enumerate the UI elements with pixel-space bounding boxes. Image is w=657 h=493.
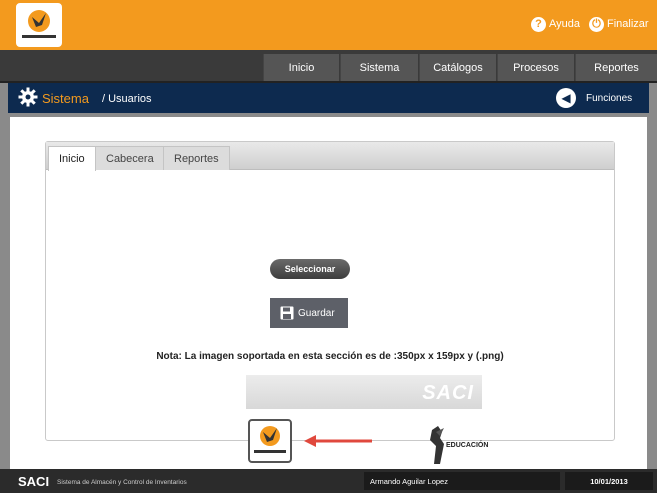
- help-icon: ?: [531, 16, 546, 32]
- cdmx-logo-thumb: [254, 426, 286, 453]
- menu-item-reportes[interactable]: Reportes: [575, 54, 657, 81]
- footer-description: Sistema de Almacén y Control de Inventar…: [57, 479, 187, 486]
- functions-label: Funciones: [586, 92, 633, 104]
- select-button[interactable]: Seleccionar: [270, 259, 350, 279]
- breadcrumb: / Usuarios: [102, 93, 152, 105]
- footer: SACI Sistema de Almacén y Control de Inv…: [0, 469, 657, 493]
- selected-logo-thumbnail[interactable]: [248, 419, 292, 463]
- red-arrow-icon: [304, 435, 372, 447]
- footer-brand: SACI: [18, 474, 50, 489]
- help-link[interactable]: ? Ayuda: [531, 15, 580, 33]
- floppy-icon: [280, 306, 294, 320]
- save-button[interactable]: Guardar: [270, 298, 348, 328]
- tab-cabecera[interactable]: Cabecera: [95, 146, 165, 170]
- main-menu: Inicio Sistema Catálogos Procesos Report…: [0, 50, 657, 83]
- tab-container: Inicio Cabecera Reportes Seleccionar Gua…: [45, 141, 615, 477]
- section-title: Sistema: [42, 91, 89, 106]
- exit-link[interactable]: ⏻ Finalizar: [589, 15, 649, 33]
- cdmx-logo: [16, 3, 62, 47]
- top-header: ? Ayuda ⏻ Finalizar: [0, 0, 657, 50]
- back-arrow-icon: ◀: [556, 88, 576, 108]
- tab-strip: Inicio Cabecera Reportes: [46, 142, 614, 171]
- saci-banner-image: SACI: [246, 375, 482, 409]
- education-logo: EDUCACIÓN: [424, 424, 489, 468]
- banner-text: SACI: [422, 382, 474, 404]
- functions-button[interactable]: ◀ Funciones: [556, 87, 632, 109]
- menu-item-procesos[interactable]: Procesos: [497, 54, 574, 81]
- tab-inicio[interactable]: Inicio: [48, 146, 96, 171]
- menu-item-inicio[interactable]: Inicio: [263, 54, 339, 81]
- menu-item-sistema[interactable]: Sistema: [340, 54, 418, 81]
- current-date: 10/01/2013: [565, 472, 653, 490]
- image-note: Nota: La imagen soportada en esta secció…: [156, 351, 504, 362]
- power-icon: ⏻: [589, 16, 604, 32]
- help-label: Ayuda: [549, 18, 580, 30]
- current-user: Armando Aguilar Lopez: [364, 472, 560, 490]
- gear-icon: [18, 87, 38, 107]
- education-label: EDUCACIÓN: [446, 442, 489, 449]
- menu-item-catalogos[interactable]: Catálogos: [419, 54, 496, 81]
- save-label: Guardar: [298, 307, 335, 319]
- section-bar: Sistema / Usuarios ◀ Funciones: [8, 83, 649, 113]
- main-panel: Inicio Cabecera Reportes Seleccionar Gua…: [10, 117, 647, 477]
- tab-reportes[interactable]: Reportes: [163, 146, 230, 170]
- exit-label: Finalizar: [607, 18, 649, 30]
